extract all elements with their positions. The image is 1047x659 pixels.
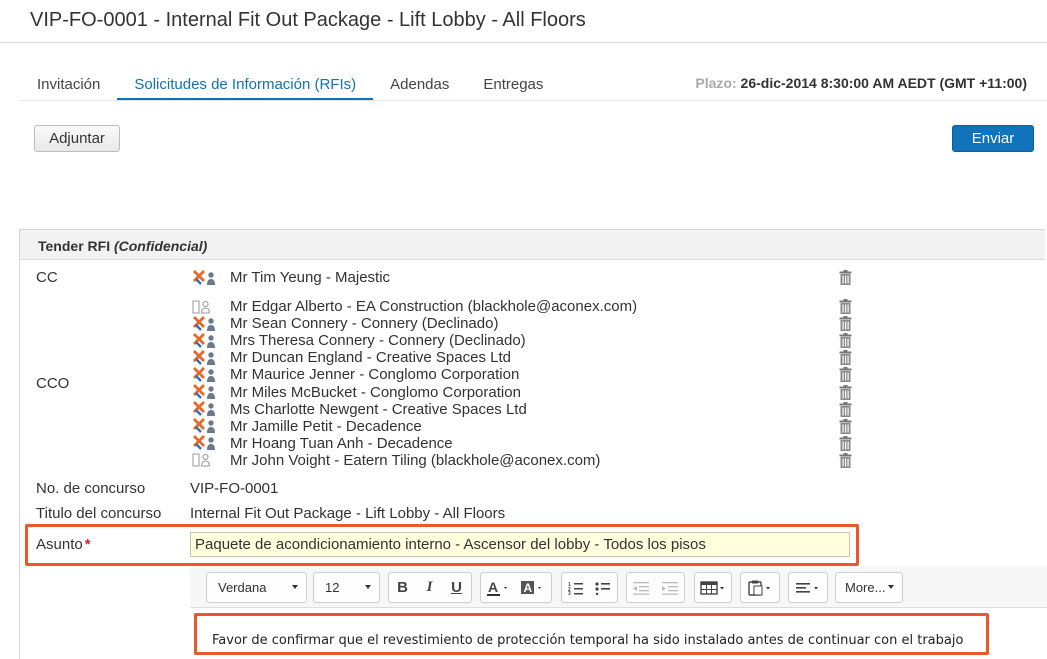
svg-text:3: 3 (568, 591, 571, 595)
recipient-name: Mr John Voight - Eatern Tiling (blackhol… (230, 451, 601, 469)
external-user-icon (192, 452, 222, 468)
tender-title-label: Titulo del concurso (36, 505, 162, 522)
chevron-down-icon (888, 585, 894, 589)
subject-highlight (25, 524, 859, 566)
user-organization-icon (192, 418, 222, 434)
tabs-divider (20, 100, 1047, 101)
user-organization-icon (192, 384, 222, 400)
font-size-select[interactable]: 12 (313, 572, 380, 603)
recipient-row: Mr Edgar Alberto - EA Construction (blac… (192, 298, 637, 315)
panel-title: Tender RFI (38, 238, 111, 254)
recipient-row: Mr Sean Connery - Connery (Declinado) (192, 315, 498, 332)
user-organization-icon (192, 401, 222, 417)
list-group: 123 (561, 572, 618, 603)
highlight-color-icon[interactable]: A (515, 573, 549, 602)
clipboard-icon (741, 573, 779, 602)
user-organization-icon (192, 315, 222, 332)
tender-title-value: Internal Fit Out Package - Lift Lobby - … (190, 505, 506, 522)
table-icon (695, 573, 731, 602)
tab-bar: Invitación Solicitudes de Información (R… (20, 72, 560, 102)
trash-icon[interactable] (839, 418, 852, 434)
text-color-icon[interactable]: A (481, 573, 515, 602)
table-button[interactable] (694, 572, 732, 603)
tab-addenda[interactable]: Adendas (373, 72, 466, 101)
trash-icon[interactable] (839, 270, 852, 285)
title-divider (0, 42, 1047, 43)
outdent-icon[interactable] (627, 573, 656, 602)
paste-button[interactable] (740, 572, 780, 603)
user-organization-icon (192, 349, 222, 366)
recipient-row: Mr Jamille Petit - Decadence (192, 418, 422, 435)
svg-text:A: A (488, 579, 498, 595)
bold-button[interactable]: B (389, 573, 416, 602)
italic-button[interactable]: I (416, 573, 443, 602)
svg-text:A: A (524, 581, 533, 595)
numbered-list-icon[interactable]: 123 (562, 573, 590, 602)
font-size-value: 12 (325, 580, 340, 595)
trash-icon[interactable] (839, 384, 852, 400)
tender-number-label: No. de concurso (36, 480, 146, 497)
more-button[interactable]: More... (835, 572, 903, 603)
color-group: A A (480, 572, 552, 603)
tab-submissions[interactable]: Entregas (466, 72, 560, 101)
recipient-name: Mr Maurice Jenner - Conglomo Corporation (230, 366, 520, 384)
external-user-icon (192, 299, 222, 315)
tab-invitation[interactable]: Invitación (20, 72, 117, 101)
trash-icon[interactable] (839, 367, 852, 383)
cc-label: CC (36, 269, 58, 286)
underline-button[interactable]: U (443, 573, 470, 602)
user-organization-icon (192, 435, 222, 451)
deadline: Plazo: 26-dic-2014 8:30:00 AM AEDT (GMT … (695, 75, 1027, 91)
recipient-name: Mr Sean Connery - Connery (Declinado) (230, 315, 499, 333)
recipient-name: Mrs Theresa Connery - Connery (Declinado… (230, 332, 526, 350)
tender-number-value: VIP-FO-0001 (190, 480, 279, 497)
panel-header: Tender RFI (Confidencial) (20, 230, 1045, 260)
trash-icon[interactable] (839, 452, 852, 468)
trash-icon[interactable] (839, 401, 852, 417)
deadline-label: Plazo: (695, 75, 737, 91)
trash-icon[interactable] (839, 316, 852, 332)
recipient-name: Mr Miles McBucket - Conglomo Corporation (230, 383, 521, 401)
indent-group (626, 572, 685, 603)
recipient-name: Mr Duncan England - Creative Spaces Ltd (230, 349, 511, 367)
align-button[interactable] (788, 572, 828, 603)
font-family-select[interactable]: Verdana (206, 572, 307, 603)
recipient-row: Mr Maurice Jenner - Conglomo Corporation (192, 366, 519, 383)
text-style-group: B I U (388, 572, 472, 603)
font-family-value: Verdana (218, 580, 267, 595)
attach-button[interactable]: Adjuntar (34, 125, 120, 152)
recipient-name: Mr Tim Yeung - Majestic (230, 269, 391, 286)
user-organization-icon (192, 332, 222, 349)
chevron-down-icon (365, 585, 371, 589)
recipient-row: Ms Charlotte Newgent - Creative Spaces L… (192, 401, 527, 418)
trash-icon[interactable] (839, 350, 852, 366)
page-title: VIP-FO-0001 - Internal Fit Out Package -… (30, 9, 586, 31)
recipient-row: Mr Tim Yeung - Majestic (192, 269, 390, 286)
body-highlight (194, 613, 989, 655)
user-organization-icon (192, 269, 222, 286)
send-button[interactable]: Enviar (952, 125, 1034, 152)
user-organization-icon (192, 366, 222, 383)
recipient-name: Mr Edgar Alberto - EA Construction (blac… (230, 298, 638, 315)
trash-icon[interactable] (839, 299, 852, 314)
more-label: More... (845, 580, 886, 595)
recipient-row: Mr Duncan England - Creative Spaces Ltd (192, 349, 511, 366)
bcc-label: CCO (36, 375, 70, 392)
recipient-row: Mr Miles McBucket - Conglomo Corporation (192, 384, 521, 401)
panel-title-note: (Confidencial) (113, 238, 208, 254)
recipient-name: Mr Hoang Tuan Anh - Decadence (230, 434, 453, 452)
trash-icon[interactable] (839, 333, 852, 349)
align-left-icon (789, 573, 827, 602)
chevron-down-icon (292, 585, 298, 589)
tab-rfis[interactable]: Solicitudes de Información (RFIs) (117, 72, 374, 101)
recipient-row: Mr John Voight - Eatern Tiling (blackhol… (192, 452, 600, 469)
recipient-name: Ms Charlotte Newgent - Creative Spaces L… (230, 400, 527, 418)
deadline-value: 26-dic-2014 8:30:00 AM AEDT (GMT +11:00) (740, 75, 1027, 91)
trash-icon[interactable] (839, 435, 852, 451)
recipient-row: Mr Hoang Tuan Anh - Decadence (192, 435, 453, 452)
bullet-list-icon[interactable] (590, 573, 618, 602)
recipient-row: Mrs Theresa Connery - Connery (Declinado… (192, 332, 526, 349)
recipient-name: Mr Jamille Petit - Decadence (230, 417, 422, 435)
indent-icon[interactable] (656, 573, 685, 602)
